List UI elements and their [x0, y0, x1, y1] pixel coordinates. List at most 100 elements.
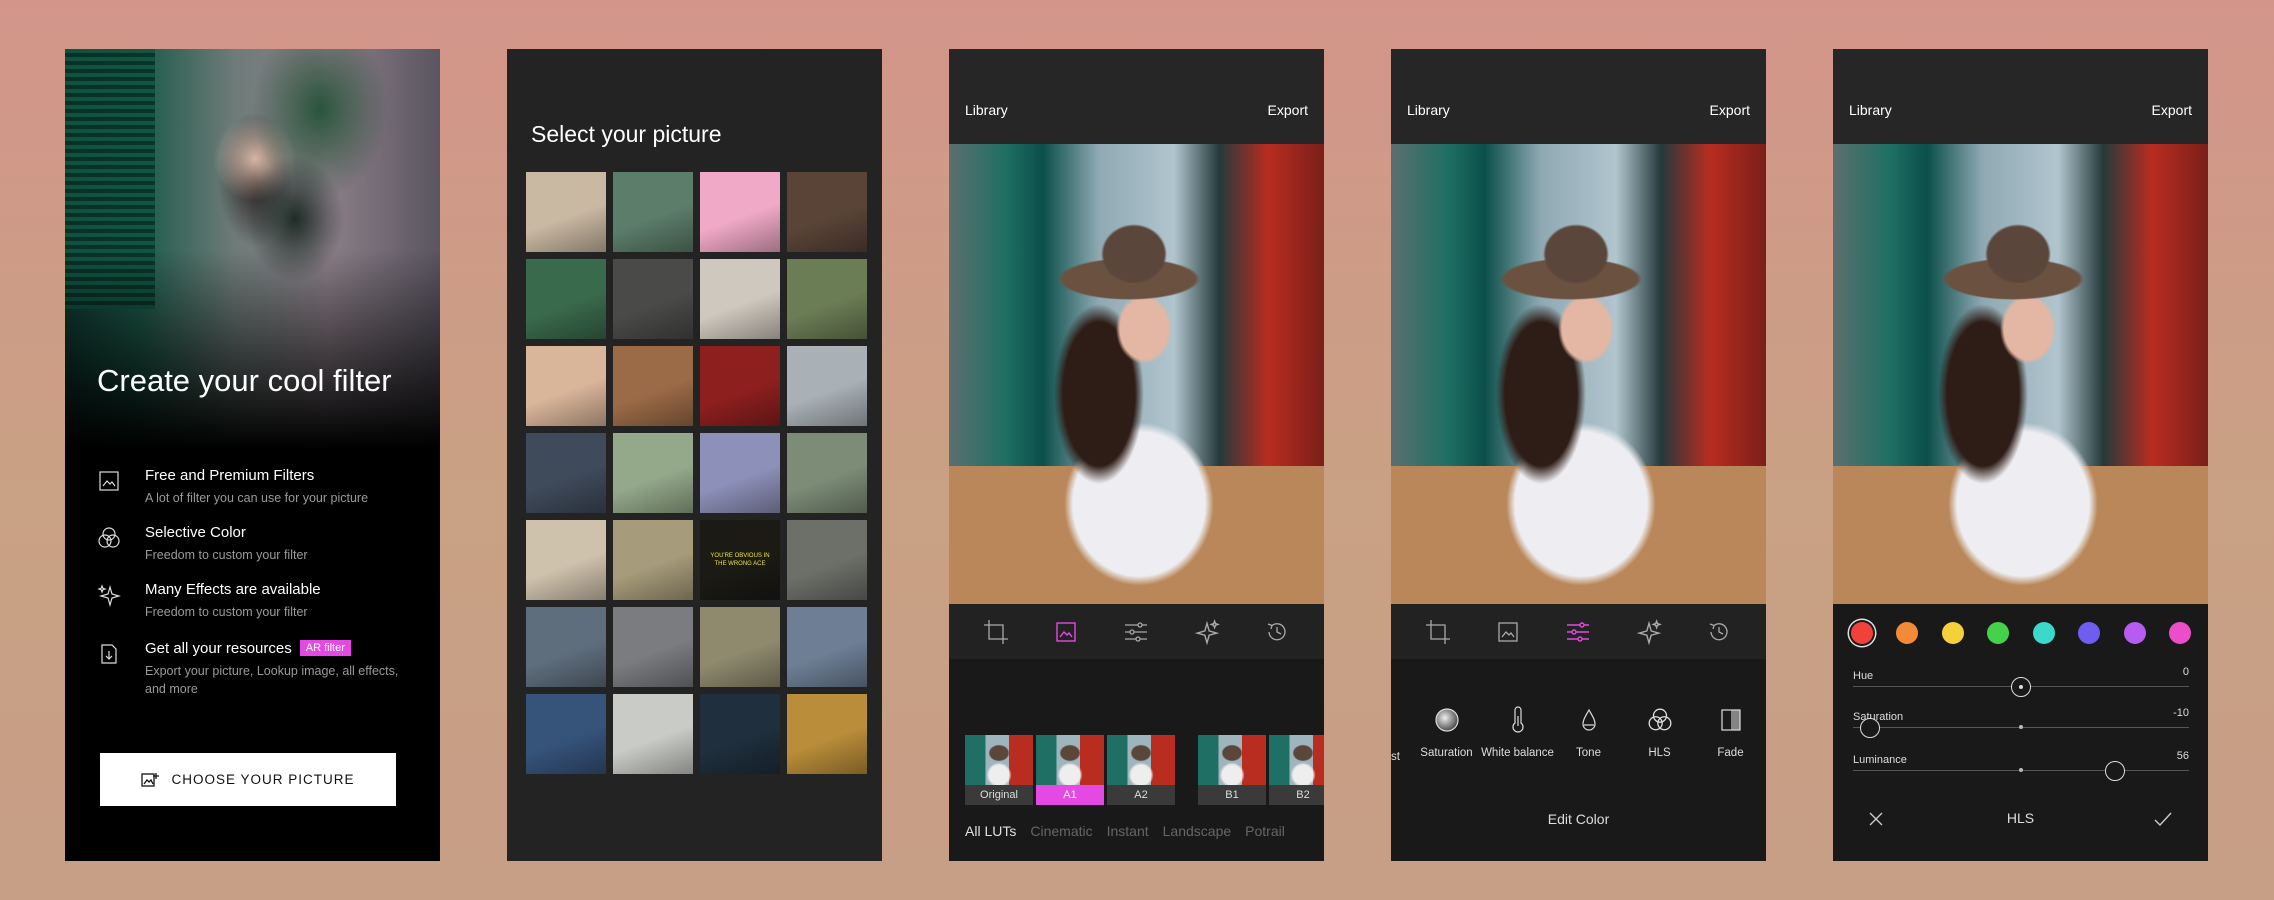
- lut-category-tabs: All LUTs Cinematic Instant Landscape Pot…: [965, 823, 1285, 839]
- color-swatch[interactable]: [2032, 622, 2055, 644]
- effects-tool[interactable]: [1635, 618, 1663, 646]
- adjust-label-partial[interactable]: st: [1391, 751, 1400, 763]
- filter-thumb-a1[interactable]: A1: [1036, 735, 1104, 805]
- photo-thumbnail[interactable]: [526, 520, 606, 600]
- photo-thumbnail[interactable]: [613, 694, 693, 774]
- photo-thumbnail[interactable]: [700, 172, 780, 252]
- photo-thumbnail[interactable]: [613, 259, 693, 339]
- photo-thumbnail[interactable]: [526, 433, 606, 513]
- color-swatch[interactable]: [2123, 622, 2146, 644]
- color-swatch[interactable]: [2078, 622, 2101, 644]
- saturation-option[interactable]: Saturation: [1413, 705, 1481, 759]
- tool-bar: [1391, 604, 1766, 659]
- photo-thumbnail[interactable]: [787, 433, 867, 513]
- luminance-slider[interactable]: Luminance 56: [1853, 750, 2189, 781]
- photo-thumbnail[interactable]: [700, 433, 780, 513]
- photo-thumbnail[interactable]: YOU'RE OBVIOUS IN THE WRONG ACE: [700, 520, 780, 600]
- hls-option[interactable]: HLS: [1626, 705, 1694, 759]
- export-button[interactable]: Export: [1268, 102, 1308, 118]
- panel-title: Edit Color: [1547, 811, 1610, 827]
- color-swatch[interactable]: [1851, 622, 1873, 644]
- saturation-slider-handle[interactable]: [1859, 718, 1880, 738]
- color-circles-icon: [98, 527, 120, 548]
- tone-option[interactable]: Tone: [1555, 705, 1623, 759]
- photo-thumbnail[interactable]: [787, 694, 867, 774]
- library-button[interactable]: Library: [1849, 102, 1892, 118]
- choose-picture-button[interactable]: CHOOSE YOUR PICTURE: [100, 753, 396, 806]
- export-button[interactable]: Export: [2152, 102, 2192, 118]
- crop-tool[interactable]: [1424, 618, 1452, 646]
- filter-editor-screen: Library Export Original A1 A2 B1 B2 All …: [949, 49, 1324, 861]
- photo-thumbnail[interactable]: [787, 607, 867, 687]
- photo-thumbnail[interactable]: [613, 607, 693, 687]
- filter-thumb-original[interactable]: Original: [965, 735, 1033, 805]
- tab-cinematic[interactable]: Cinematic: [1030, 823, 1092, 839]
- color-swatch[interactable]: [1987, 622, 2010, 644]
- photo-thumbnail[interactable]: [787, 259, 867, 339]
- filter-thumb-a2[interactable]: A2: [1107, 735, 1175, 805]
- sparkle-icon: [1636, 618, 1662, 645]
- color-swatch[interactable]: [1941, 622, 1964, 644]
- hls-action-bar: HLS: [1833, 804, 2208, 834]
- photo-thumbnail[interactable]: [700, 259, 780, 339]
- photo-thumbnail[interactable]: [526, 346, 606, 426]
- image-icon: [1056, 621, 1076, 642]
- color-swatch[interactable]: [2168, 622, 2191, 644]
- hue-slider-handle[interactable]: [2011, 677, 2031, 697]
- top-bar: Library Export: [949, 49, 1324, 144]
- filter-thumb-b2[interactable]: B2: [1269, 735, 1324, 805]
- photo-thumbnail[interactable]: [787, 520, 867, 600]
- filter-thumb-b1[interactable]: B1: [1198, 735, 1266, 805]
- photo-thumbnail[interactable]: [700, 607, 780, 687]
- photo-thumbnail[interactable]: [613, 346, 693, 426]
- tab-instant[interactable]: Instant: [1107, 823, 1149, 839]
- library-button[interactable]: Library: [965, 102, 1008, 118]
- photo-thumbnail[interactable]: [613, 520, 693, 600]
- photo-thumbnail[interactable]: [613, 172, 693, 252]
- color-circles-icon: [1648, 708, 1671, 731]
- history-tool[interactable]: [1705, 618, 1733, 646]
- photo-thumbnail[interactable]: [700, 346, 780, 426]
- download-file-icon: [101, 644, 117, 664]
- crop-icon: [984, 619, 1009, 644]
- photo-thumbnail[interactable]: [787, 172, 867, 252]
- luminance-slider-handle[interactable]: [2105, 761, 2126, 781]
- adjust-tool[interactable]: [1122, 618, 1150, 646]
- adjust-tool[interactable]: [1564, 618, 1592, 646]
- history-tool[interactable]: [1263, 618, 1291, 646]
- photo-thumbnail[interactable]: [526, 607, 606, 687]
- sparkle-icon: [1194, 618, 1220, 645]
- tab-potrail[interactable]: Potrail: [1245, 823, 1285, 839]
- export-button[interactable]: Export: [1710, 102, 1750, 118]
- white-balance-option[interactable]: White balance: [1481, 705, 1554, 759]
- library-button[interactable]: Library: [1407, 102, 1450, 118]
- check-icon[interactable]: [2154, 812, 2172, 826]
- sliders-icon: [1125, 621, 1148, 642]
- filter-panel: Original A1 A2 B1 B2 All LUTs Cinematic …: [949, 659, 1324, 861]
- filter-tool[interactable]: [1052, 618, 1080, 646]
- effects-tool[interactable]: [1193, 618, 1221, 646]
- photo-thumbnail[interactable]: [700, 694, 780, 774]
- filter-strip: Original A1 A2 B1 B2: [965, 735, 1324, 805]
- hls-panel: Hue 0 Saturation -10 Luminance 56 HLS: [1833, 604, 2208, 861]
- tab-all-luts[interactable]: All LUTs: [965, 823, 1016, 839]
- page-title: Create your cool filter: [97, 363, 392, 398]
- hue-slider[interactable]: Hue 0: [1853, 666, 2189, 697]
- feature-list: Free and Premium Filters A lot of filter…: [97, 467, 417, 710]
- crop-tool[interactable]: [982, 618, 1010, 646]
- fade-option[interactable]: Fade: [1697, 705, 1765, 759]
- photo-thumbnail[interactable]: [526, 172, 606, 252]
- saturation-slider[interactable]: Saturation -10: [1853, 707, 2189, 738]
- photo-thumbnail[interactable]: [526, 259, 606, 339]
- photo-thumbnail[interactable]: [526, 694, 606, 774]
- filter-tool[interactable]: [1494, 618, 1522, 646]
- tab-landscape[interactable]: Landscape: [1163, 823, 1232, 839]
- color-swatch[interactable]: [1896, 622, 1919, 644]
- feature-item-effects: Many Effects are available Freedom to cu…: [97, 581, 417, 640]
- photo-thumbnail[interactable]: [787, 346, 867, 426]
- photo-preview: [1833, 144, 2208, 604]
- feature-item-filters: Free and Premium Filters A lot of filter…: [97, 467, 417, 524]
- photo-thumbnail[interactable]: [613, 433, 693, 513]
- feature-item-selective-color: Selective Color Freedom to custom your f…: [97, 524, 417, 581]
- onboarding-screen: Create your cool filter Free and Premium…: [65, 49, 440, 861]
